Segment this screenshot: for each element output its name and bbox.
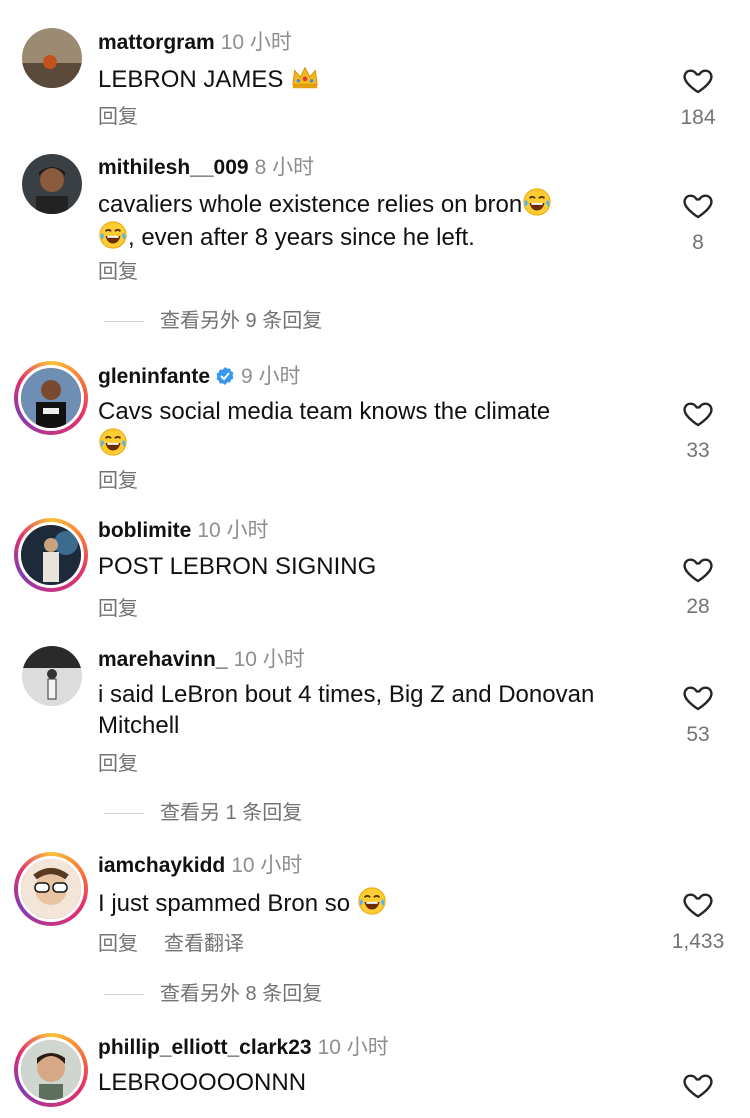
reply-button[interactable]: 回复 xyxy=(98,106,138,128)
like-count: 1,433 xyxy=(671,930,725,953)
heart-icon[interactable] xyxy=(681,64,715,96)
heart-icon[interactable] xyxy=(681,888,715,920)
laughing-emoji-icon xyxy=(357,886,387,916)
divider xyxy=(104,813,144,815)
username[interactable]: gleninfante xyxy=(98,365,210,388)
divider xyxy=(104,321,144,323)
username[interactable]: marehavinn_ xyxy=(98,648,228,671)
username[interactable]: mattorgram xyxy=(98,31,215,54)
view-more-replies[interactable]: 查看另 1 条回复 xyxy=(104,796,302,825)
avatar[interactable] xyxy=(14,361,88,435)
username[interactable]: mithilesh__009 xyxy=(98,156,249,179)
avatar[interactable] xyxy=(14,1033,88,1107)
laughing-emoji-icon xyxy=(98,220,128,250)
like-count: 33 xyxy=(686,439,710,462)
like-group: 184 xyxy=(668,64,728,130)
username[interactable]: iamchaykidd xyxy=(98,854,225,877)
like-group xyxy=(668,1069,728,1101)
view-more-replies[interactable]: 查看另外 9 条回复 xyxy=(104,304,322,333)
like-group: 33 xyxy=(668,397,728,463)
avatar[interactable] xyxy=(14,852,88,926)
comment-text: Cavs social media team knows the climate xyxy=(98,396,628,460)
like-count: 184 xyxy=(680,106,716,129)
reply-button[interactable]: 回复 xyxy=(98,261,138,283)
timestamp: 10 小时 xyxy=(197,519,269,542)
timestamp: 8 小时 xyxy=(254,156,315,179)
heart-icon[interactable] xyxy=(681,189,715,221)
username[interactable]: boblimite xyxy=(98,519,191,542)
timestamp: 10 小时 xyxy=(317,1036,389,1059)
heart-icon[interactable] xyxy=(681,553,715,585)
comment-text: LEBRON JAMES xyxy=(98,62,628,95)
divider xyxy=(104,994,144,996)
like-group: 28 xyxy=(668,553,728,619)
see-translation-button[interactable]: 查看翻译 xyxy=(164,933,244,955)
heart-icon[interactable] xyxy=(681,397,715,429)
laughing-emoji-icon xyxy=(522,187,552,217)
view-more-replies[interactable]: 查看另外 8 条回复 xyxy=(104,977,322,1006)
avatar[interactable] xyxy=(14,518,88,592)
heart-icon[interactable] xyxy=(681,1069,715,1101)
verified-badge-icon xyxy=(216,367,234,385)
timestamp: 10 小时 xyxy=(233,648,305,671)
avatar[interactable] xyxy=(22,28,82,88)
timestamp: 9 小时 xyxy=(241,365,301,388)
timestamp: 10 小时 xyxy=(220,31,292,54)
reply-button[interactable]: 回复 xyxy=(98,753,138,775)
comment-text: cavaliers whole existence relies on bron… xyxy=(98,187,628,253)
like-group: 53 xyxy=(668,681,728,747)
comment-text: LEBROOOOONNN xyxy=(98,1069,307,1096)
comment-text: i said LeBron bout 4 times, Big Z and Do… xyxy=(98,681,595,739)
username[interactable]: phillip_elliott_clark23 xyxy=(98,1036,312,1059)
reply-button[interactable]: 回复 xyxy=(98,598,138,620)
reply-button[interactable]: 回复 xyxy=(98,933,138,955)
reply-button[interactable]: 回复 xyxy=(98,470,138,492)
crown-emoji-icon xyxy=(290,62,320,92)
like-group: 1,433 xyxy=(668,888,728,954)
laughing-emoji-icon xyxy=(98,427,128,457)
like-count: 8 xyxy=(692,231,704,254)
like-count: 53 xyxy=(686,723,710,746)
avatar[interactable] xyxy=(22,154,82,214)
comment-text: I just spammed Bron so xyxy=(98,886,628,919)
like-count: 28 xyxy=(686,595,710,618)
heart-icon[interactable] xyxy=(681,681,715,713)
comment-text: POST LEBRON SIGNING xyxy=(98,553,377,580)
like-group: 8 xyxy=(668,189,728,255)
avatar[interactable] xyxy=(22,646,82,706)
timestamp: 10 小时 xyxy=(231,854,303,877)
